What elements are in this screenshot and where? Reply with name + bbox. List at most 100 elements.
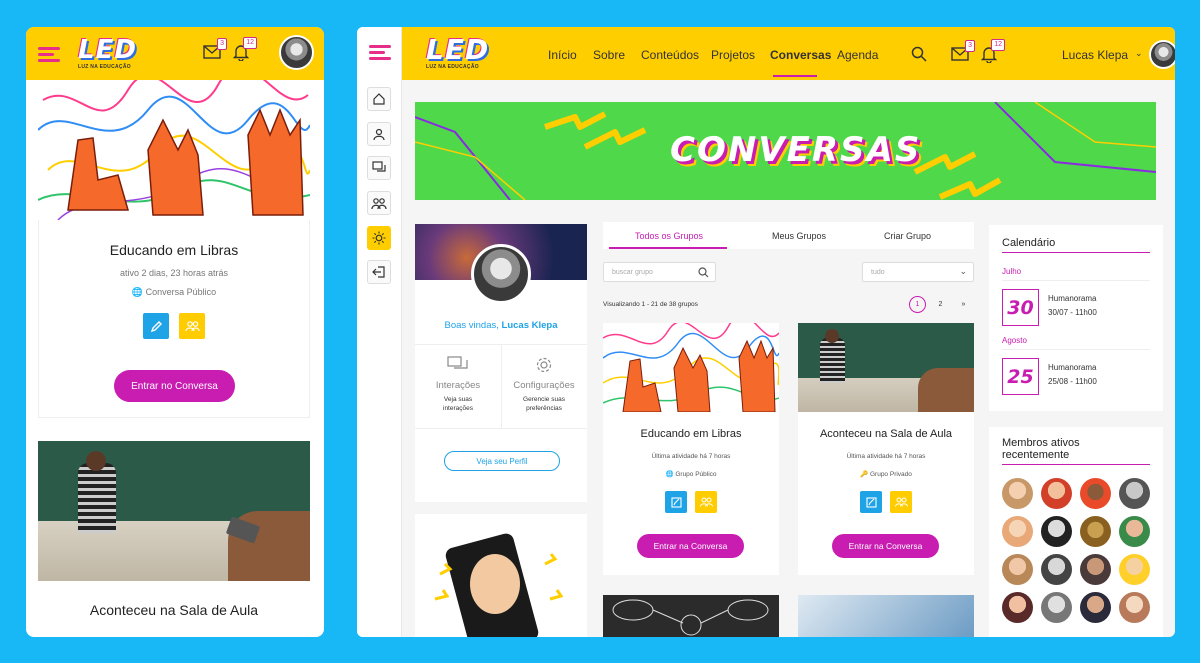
member-avatar[interactable] bbox=[1002, 478, 1033, 509]
bell-icon[interactable]: 12 bbox=[232, 37, 257, 66]
divider bbox=[1002, 252, 1150, 253]
nav-conversas[interactable]: Conversas bbox=[770, 48, 831, 62]
top-navbar: LED LUZ NA EDUCAÇÃO Início Sobre Conteúd… bbox=[402, 27, 1175, 80]
event-day[interactable]: 25 bbox=[1002, 358, 1039, 395]
group-title[interactable]: Aconteceu na Sala de Aula bbox=[38, 602, 310, 618]
teacher-figure bbox=[820, 338, 845, 383]
divider bbox=[1002, 464, 1150, 465]
sidebar-item-groups[interactable] bbox=[367, 191, 391, 215]
filter-value: tudo bbox=[871, 269, 885, 276]
page-1[interactable]: 1 bbox=[909, 296, 926, 313]
messages-icon[interactable]: 3 bbox=[203, 38, 227, 67]
sidebar-item-profile[interactable] bbox=[367, 122, 391, 146]
edit-button[interactable] bbox=[143, 313, 169, 339]
member-avatar[interactable] bbox=[1041, 516, 1072, 547]
interactions-link[interactable]: Interações Veja suas interações bbox=[415, 356, 501, 413]
chat-icon bbox=[447, 356, 468, 369]
join-conversation-button[interactable]: Entrar no Conversa bbox=[114, 370, 235, 402]
logout-icon bbox=[372, 266, 385, 278]
group-title[interactable]: Aconteceu na Sala de Aula bbox=[798, 428, 974, 440]
nav-agenda[interactable]: Agenda bbox=[837, 48, 878, 62]
avatar[interactable] bbox=[1149, 40, 1175, 69]
edit-button[interactable] bbox=[860, 491, 882, 513]
members-title: Membros ativos recentemente bbox=[1002, 437, 1080, 461]
calendar-title: Calendário bbox=[1002, 237, 1056, 249]
settings-title: Configurações bbox=[513, 380, 575, 391]
welcome-prefix: Boas vindas, bbox=[444, 320, 499, 331]
user-name[interactable]: Lucas Klepa bbox=[1062, 48, 1128, 62]
sidebar-item-theme[interactable] bbox=[367, 226, 391, 250]
alerts-count: 12 bbox=[243, 37, 257, 49]
classroom-image bbox=[38, 441, 310, 581]
search-icon[interactable] bbox=[911, 46, 927, 67]
member-avatar[interactable] bbox=[1080, 478, 1111, 509]
edit-button[interactable] bbox=[665, 491, 687, 513]
group-title[interactable]: Educando em Libras bbox=[38, 242, 310, 258]
member-avatar[interactable] bbox=[1080, 554, 1111, 585]
member-avatar[interactable] bbox=[1002, 554, 1033, 585]
member-avatar[interactable] bbox=[1080, 516, 1111, 547]
member-avatar[interactable] bbox=[1002, 592, 1033, 623]
bell-icon[interactable]: 12 bbox=[980, 39, 1005, 68]
user-icon bbox=[373, 128, 385, 141]
avatar[interactable] bbox=[279, 35, 314, 70]
nav-projetos[interactable]: Projetos bbox=[711, 48, 755, 62]
filter-select[interactable]: tudo ⌄ bbox=[862, 262, 974, 282]
divider bbox=[1002, 349, 1150, 350]
tab-create-group[interactable]: Criar Grupo bbox=[884, 231, 931, 241]
logo[interactable]: LED bbox=[78, 35, 137, 65]
join-conversation-button[interactable]: Entrar na Conversa bbox=[832, 534, 939, 558]
menu-icon[interactable] bbox=[38, 47, 60, 63]
sidebar-item-home[interactable] bbox=[367, 87, 391, 111]
settings-link[interactable]: Configurações Gerencie suas preferências bbox=[501, 356, 587, 413]
interactions-title: Interações bbox=[435, 380, 481, 391]
profile-panel: Boas vindas, Lucas Klepa Interações Veja… bbox=[415, 224, 587, 502]
next-page[interactable]: » bbox=[955, 296, 972, 313]
globe-icon: 🌐 bbox=[665, 471, 674, 478]
member-avatar[interactable] bbox=[1119, 592, 1150, 623]
menu-icon[interactable] bbox=[369, 45, 391, 61]
pencil-icon bbox=[670, 496, 682, 508]
results-count: Visualizando 1 - 21 de 38 grupos bbox=[603, 301, 698, 308]
sidebar-item-logout[interactable] bbox=[367, 260, 391, 284]
join-conversation-button[interactable]: Entrar na Conversa bbox=[637, 534, 744, 558]
event-details[interactable]: Humanorama 30/07 - 11h00 bbox=[1048, 292, 1097, 320]
view-profile-button[interactable]: Veja seu Perfil bbox=[444, 451, 560, 471]
divider bbox=[1002, 280, 1150, 281]
chevron-down-icon[interactable]: ⌄ bbox=[1135, 48, 1143, 59]
calendar-month: Julho bbox=[1002, 267, 1022, 276]
profile-avatar[interactable] bbox=[471, 244, 531, 304]
group-privacy-label: Grupo Privado bbox=[869, 471, 912, 478]
event-datetime: 30/07 - 11h00 bbox=[1048, 308, 1097, 317]
group-icon bbox=[371, 197, 387, 209]
member-avatar[interactable] bbox=[1041, 592, 1072, 623]
sidebar-item-chats[interactable] bbox=[367, 156, 391, 180]
page-2[interactable]: 2 bbox=[932, 296, 949, 313]
nav-inicio[interactable]: Início bbox=[548, 48, 577, 62]
member-avatar[interactable] bbox=[1002, 516, 1033, 547]
nav-conteudos[interactable]: Conteúdos bbox=[641, 48, 699, 62]
member-avatar[interactable] bbox=[1119, 516, 1150, 547]
member-avatar[interactable] bbox=[1119, 554, 1150, 585]
tab-all-groups[interactable]: Todos os Grupos bbox=[635, 231, 703, 241]
messages-icon[interactable]: 3 bbox=[951, 40, 975, 69]
alerts-count: 12 bbox=[991, 39, 1005, 51]
member-avatar[interactable] bbox=[1080, 592, 1111, 623]
nav-sobre[interactable]: Sobre bbox=[593, 48, 625, 62]
welcome-name[interactable]: Lucas Klepa bbox=[502, 320, 558, 331]
member-avatar[interactable] bbox=[1041, 478, 1072, 509]
tab-my-groups[interactable]: Meus Grupos bbox=[772, 231, 826, 241]
student-arm bbox=[918, 368, 974, 412]
members-button[interactable] bbox=[695, 491, 717, 513]
members-button[interactable] bbox=[890, 491, 912, 513]
event-day[interactable]: 30 bbox=[1002, 289, 1039, 326]
member-avatar[interactable] bbox=[1119, 478, 1150, 509]
logo[interactable]: LED bbox=[426, 33, 489, 66]
mobile-frame: LED LUZ NA EDUCAÇÃO 3 12 Educando em Lib… bbox=[26, 27, 324, 637]
members-button[interactable] bbox=[179, 313, 205, 339]
search-input[interactable]: buscar grupo bbox=[603, 262, 716, 282]
member-avatar[interactable] bbox=[1041, 554, 1072, 585]
event-details[interactable]: Humanorama 25/08 - 11h00 bbox=[1048, 361, 1097, 389]
group-title[interactable]: Educando em Libras bbox=[603, 428, 779, 440]
welcome-text: Boas vindas, Lucas Klepa bbox=[415, 320, 587, 331]
